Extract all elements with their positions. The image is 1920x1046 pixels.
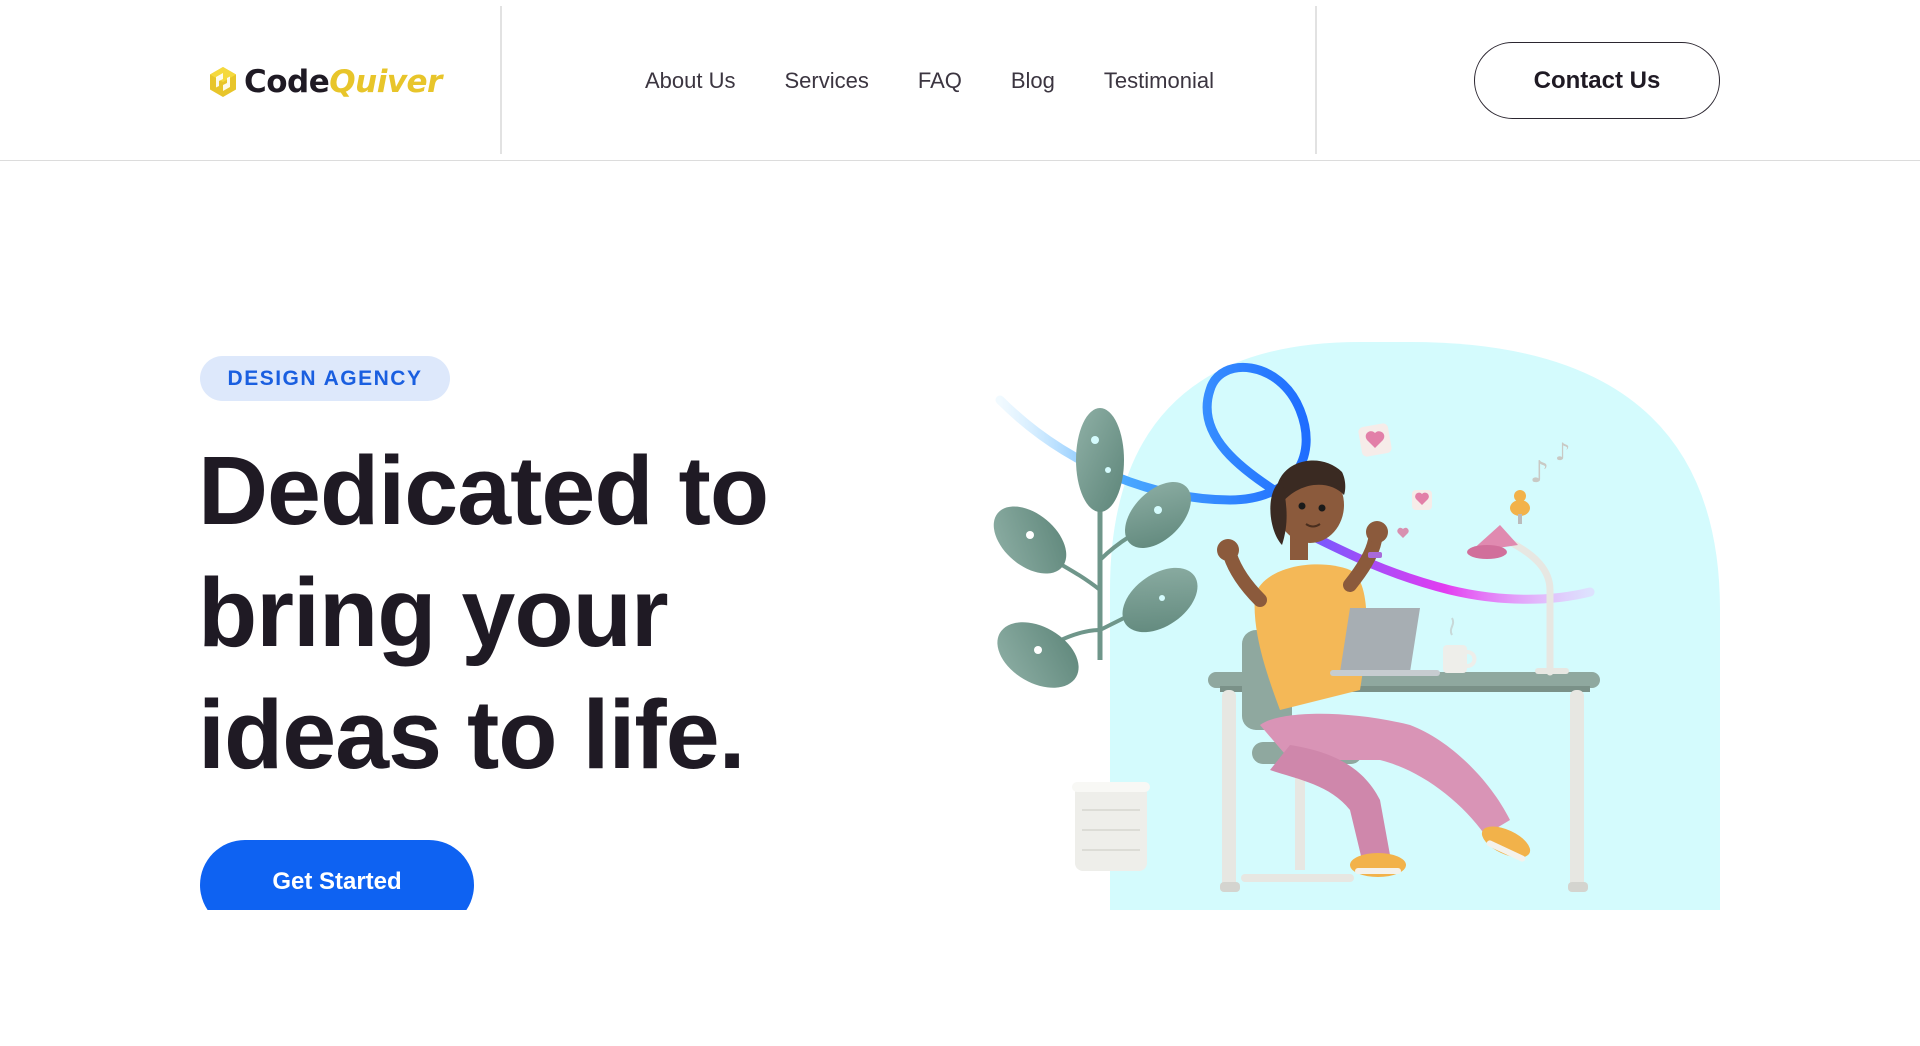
hero-headline: Dedicated to bring your ideas to life. [198,430,838,796]
get-started-label: Get Started [272,868,402,895]
nav-item-testimonial[interactable]: Testimonial [1104,66,1214,96]
nav-item-blog[interactable]: Blog [1011,66,1055,96]
main-nav: About Us Services FAQ Blog Testimonial [645,66,1214,96]
logo-icon [210,67,236,97]
header-divider-right [1315,6,1317,154]
nav-item-faq[interactable]: FAQ [918,66,962,96]
logo-text: CodeQuiver [244,62,442,102]
nav-item-services[interactable]: Services [785,66,869,96]
logo-text-quiver: Quiver [329,64,442,100]
header-divider-left [500,6,502,154]
get-started-button-clip: Get Started [200,840,474,910]
hero-headline-line: ideas to life. [198,680,746,789]
hero-headline-line: bring your [198,558,669,667]
page: CodeQuiver About Us Services FAQ Blog Te… [0,0,1920,1046]
site-header: CodeQuiver About Us Services FAQ Blog Te… [0,0,1920,161]
svg-text:♪: ♪ [1530,455,1549,490]
get-started-button[interactable]: Get Started [200,840,474,910]
logo-text-code: Code [244,64,330,100]
hero-badge: DESIGN AGENCY [200,356,450,401]
nav-item-about-us[interactable]: About Us [645,66,736,96]
logo[interactable]: CodeQuiver [206,62,442,102]
contact-us-button[interactable]: Contact Us [1474,42,1720,119]
svg-text:♪: ♪ [1555,438,1570,466]
woman-at-desk-illustration: ♪ ♪ [993,342,1720,910]
hero-headline-line: Dedicated to [198,436,769,545]
